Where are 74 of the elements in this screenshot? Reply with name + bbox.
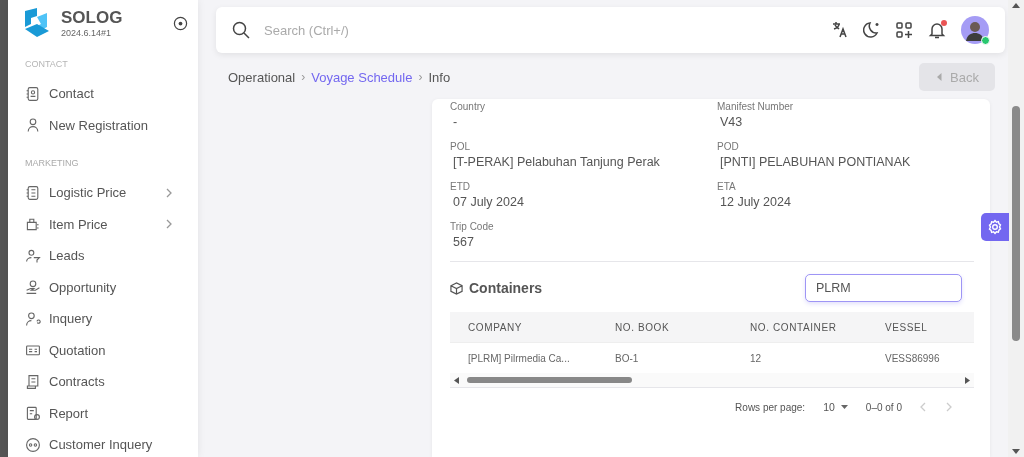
field-value: 567: [452, 235, 475, 249]
section-heading: MARKETING: [24, 157, 80, 170]
chevron-right-icon: [165, 219, 173, 230]
field-label: POD: [717, 141, 740, 152]
hand-icon: [25, 279, 41, 296]
column-header: COMPANY: [450, 312, 597, 343]
app-version: 2024.6.14#1: [61, 28, 113, 38]
field-label: POL: [450, 141, 471, 152]
field-label: Manifest Number: [717, 101, 795, 112]
contact-icon: [25, 85, 41, 102]
field-value: 07 July 2024: [452, 195, 525, 209]
nav-item[interactable]: Leads: [8, 240, 198, 272]
nav-item[interactable]: Contact: [8, 78, 198, 110]
horizontal-scrollbar-thumb[interactable]: [467, 377, 632, 383]
leads-icon: [25, 247, 41, 264]
chevron-right-icon: [165, 187, 173, 198]
nav-item[interactable]: Quotation: [8, 334, 198, 366]
breadcrumb-separator: ›: [301, 70, 306, 84]
scroll-down-icon[interactable]: [1012, 449, 1020, 454]
avatar[interactable]: [961, 16, 989, 44]
nav-item[interactable]: Item Price: [8, 208, 198, 240]
sidebar-toggle-icon[interactable]: [173, 15, 188, 31]
apps-grid-icon[interactable]: [895, 21, 913, 39]
settings-button[interactable]: [981, 213, 1009, 241]
section-title: Containers: [469, 280, 543, 296]
field-label: Country: [450, 101, 486, 112]
vertical-scrollbar-thumb[interactable]: [1012, 106, 1020, 341]
column-header: VESSEL: [867, 312, 974, 343]
field-label: ETA: [717, 181, 737, 192]
pagination-range: 0–0 of 0: [865, 401, 902, 413]
scroll-up-icon[interactable]: [1012, 3, 1020, 8]
moon-icon[interactable]: [863, 21, 881, 39]
scroll-right-icon[interactable]: [965, 376, 970, 384]
breadcrumb-separator: ›: [418, 70, 423, 84]
face-icon: [25, 436, 41, 453]
report-icon: [25, 405, 41, 422]
box-icon: [450, 281, 463, 295]
field-label: ETD: [450, 181, 471, 192]
search-field[interactable]: PLRM: [805, 274, 962, 302]
translate-icon[interactable]: [831, 21, 849, 39]
rows-per-page-select[interactable]: 10: [823, 401, 848, 413]
breadcrumb-link[interactable]: Voyage Schedule: [311, 69, 413, 85]
column-header: NO. BOOK: [597, 312, 732, 343]
section-heading: CONTACT: [24, 58, 69, 71]
rows-per-page-label: Rows per page:: [735, 401, 806, 413]
user-icon: [25, 117, 41, 134]
field-value: [PNTI] PELABUHAN PONTIANAK: [719, 155, 912, 169]
nav-item[interactable]: New Registration: [8, 109, 198, 141]
field-label: Trip Code: [450, 221, 495, 232]
search-input[interactable]: Search (Ctrl+/): [262, 21, 819, 39]
scroll-icon: [25, 373, 41, 390]
field-value: [T-PERAK] Pelabuhan Tanjung Perak: [452, 155, 661, 169]
ask-icon: [25, 310, 41, 327]
nav-item[interactable]: Report: [8, 397, 198, 429]
bell-icon[interactable]: [927, 20, 947, 40]
nav-item[interactable]: Customer Inquery: [8, 429, 198, 457]
app-name: SOLOG: [61, 8, 123, 28]
column-header: NO. CONTAINER: [732, 312, 867, 343]
settings-icon: [987, 219, 1003, 235]
field-value: V43: [719, 115, 744, 129]
search-icon: [232, 21, 250, 39]
nav-item[interactable]: Contracts: [8, 366, 198, 398]
caret-down-icon: [840, 405, 848, 409]
field-value: -: [452, 115, 459, 129]
caret-left-icon: [937, 73, 943, 81]
basket-icon: [25, 216, 41, 233]
list-icon: [25, 184, 41, 201]
scroll-left-icon[interactable]: [454, 376, 459, 384]
nav-item[interactable]: Logistic Price: [8, 177, 198, 209]
breadcrumb-item: Operational: [228, 69, 296, 85]
field-value: 12 July 2024: [719, 195, 792, 209]
nav-item[interactable]: Opportunity: [8, 271, 198, 303]
nav-item[interactable]: Inquery: [8, 303, 198, 335]
breadcrumb-item: Info: [428, 69, 451, 85]
